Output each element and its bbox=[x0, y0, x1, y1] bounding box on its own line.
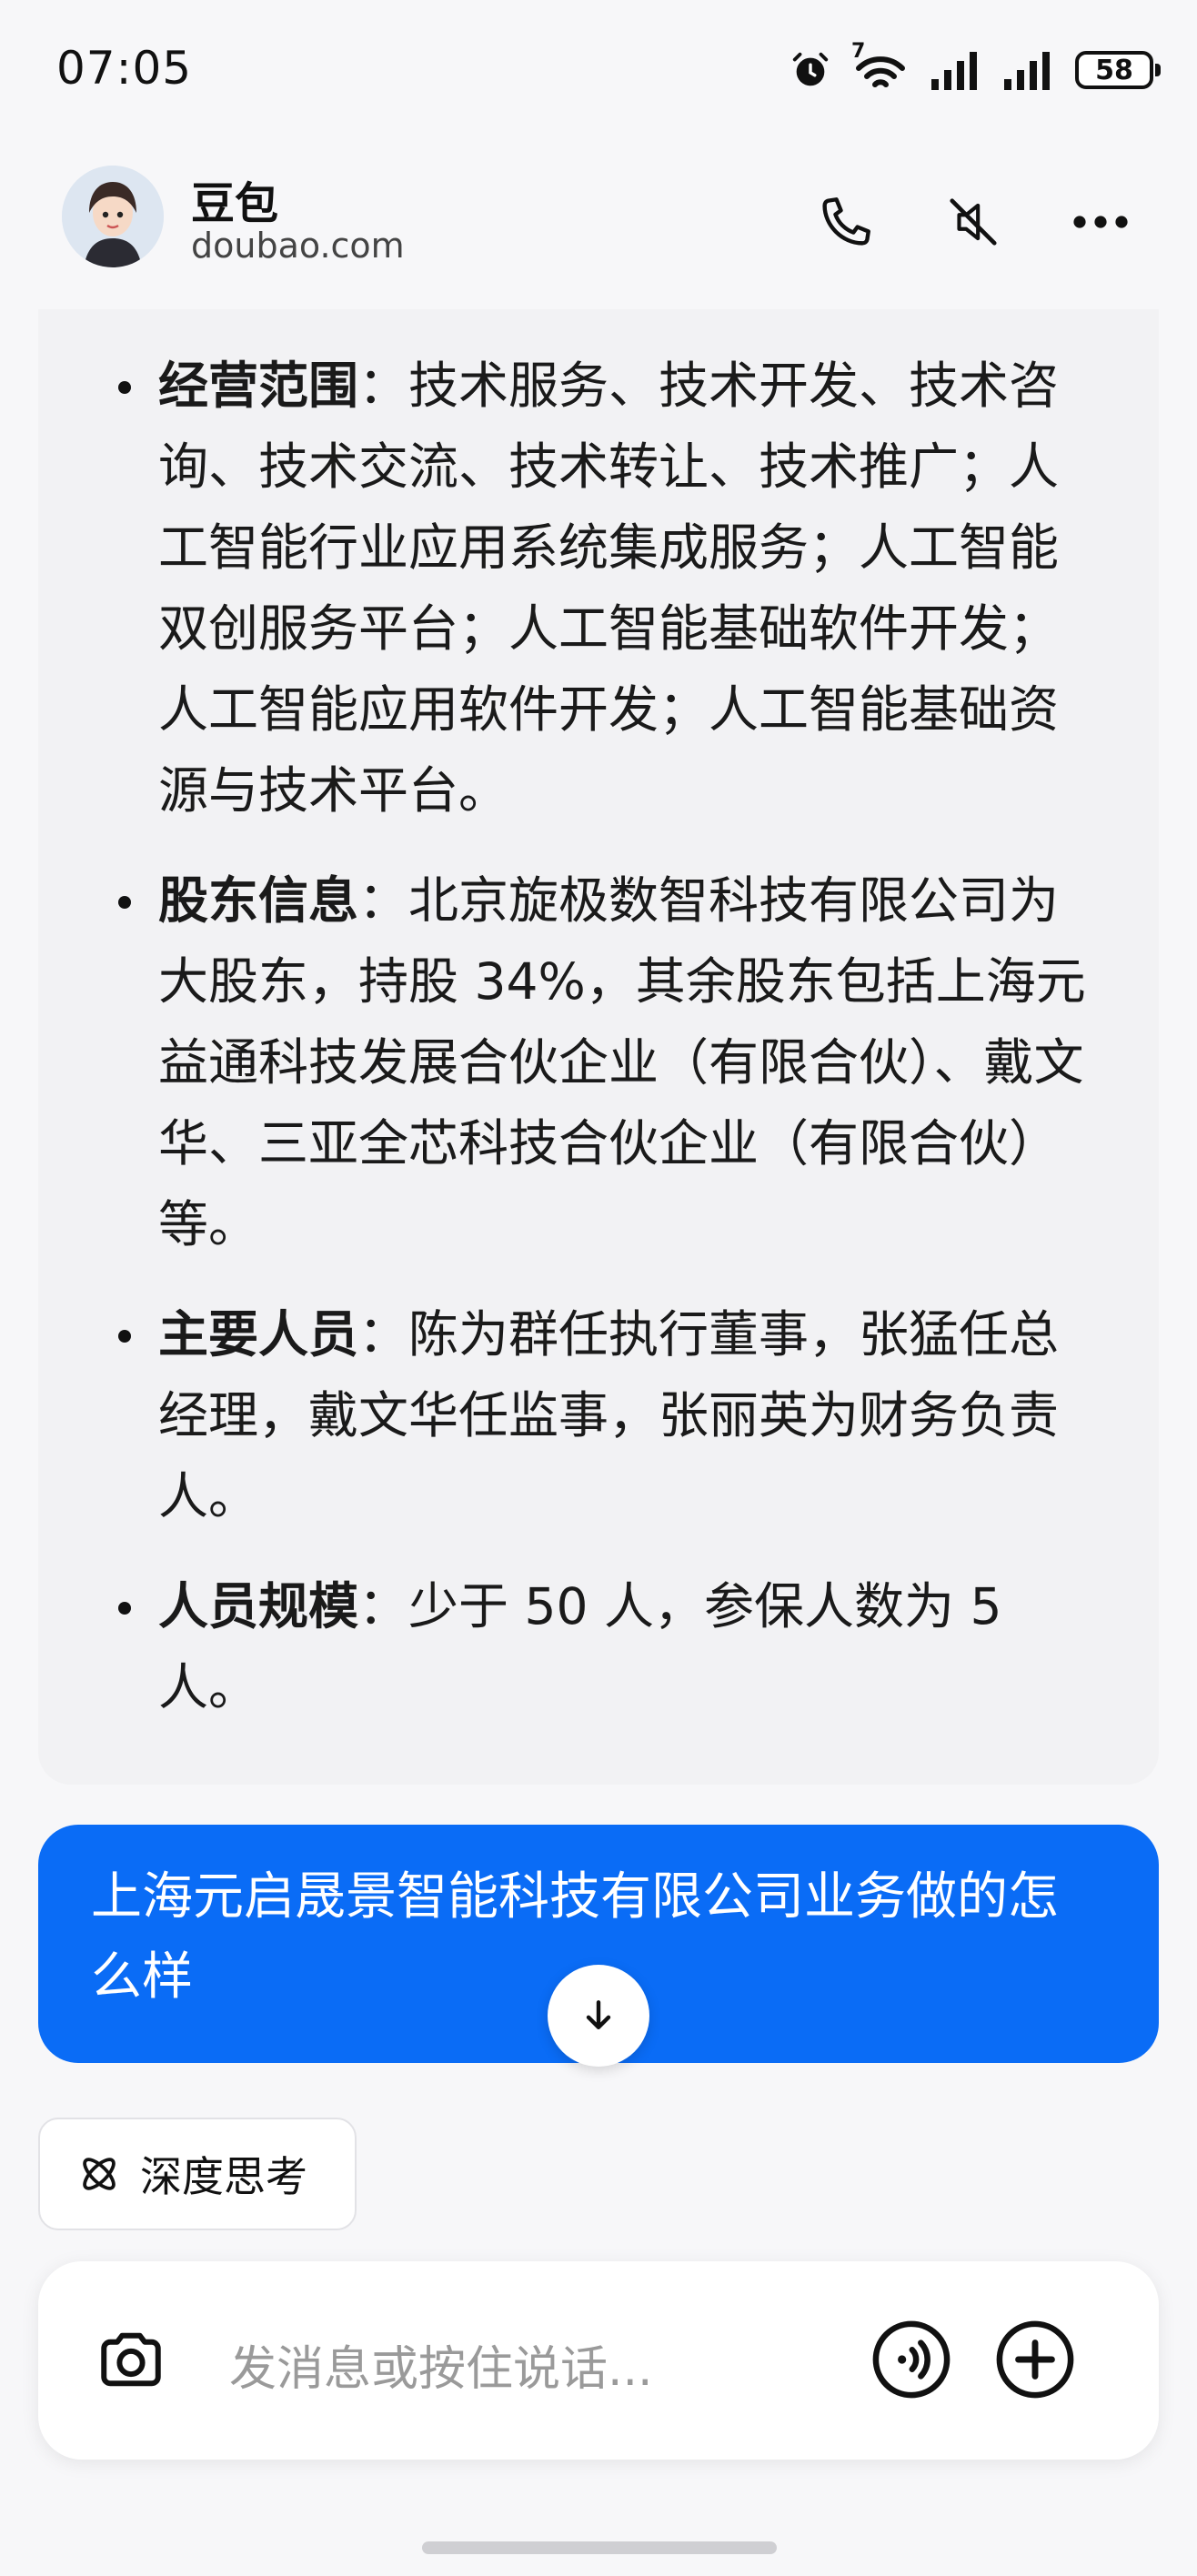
atom-icon bbox=[83, 2158, 116, 2190]
mute-icon bbox=[950, 198, 997, 246]
alarm-icon bbox=[792, 52, 829, 86]
signal-icon-2 bbox=[1004, 52, 1050, 90]
more-button[interactable] bbox=[1064, 186, 1137, 258]
deep-think-button[interactable]: 深度思考 bbox=[38, 2118, 357, 2230]
voice-wave-icon bbox=[872, 2320, 951, 2399]
status-bar: 07:05 7 58 bbox=[0, 0, 1197, 136]
item-label: 人员规模 bbox=[158, 1577, 359, 1635]
message-composer: 发消息或按住说话... bbox=[38, 2261, 1159, 2460]
deep-think-label: 深度思考 bbox=[140, 2152, 307, 2201]
list-item-staff-size: 人员规模：少于 50 人，参保人数为 5 人。 bbox=[38, 1566, 1159, 1728]
battery-icon: 58 bbox=[1075, 51, 1161, 89]
camera-button[interactable] bbox=[84, 2312, 178, 2407]
item-text: ：技术服务、技术开发、技术咨询、技术交流、技术转让、技术推广；人工智能行业应用系… bbox=[158, 357, 1060, 820]
bot-name: 豆包 bbox=[191, 178, 279, 229]
arrow-down-icon bbox=[586, 2000, 611, 2030]
signal-icon bbox=[931, 52, 977, 90]
status-icons: 7 58 bbox=[790, 40, 1161, 95]
item-label: 主要人员 bbox=[158, 1305, 359, 1363]
list-item-shareholders: 股东信息：北京旋极数智科技有限公司为大股东，持股 34%，其余股东包括上海元益通… bbox=[38, 860, 1159, 1265]
info-list: 经营范围：技术服务、技术开发、技术咨询、技术交流、技术转让、技术推广；人工智能行… bbox=[38, 346, 1159, 1757]
list-item-business-scope: 经营范围：技术服务、技术开发、技术咨询、技术交流、技术转让、技术推广；人工智能行… bbox=[38, 346, 1159, 831]
chat-header: 豆包 doubao.com bbox=[0, 146, 1197, 309]
phone-icon bbox=[822, 197, 870, 246]
message-input[interactable]: 发消息或按住说话... bbox=[229, 2330, 653, 2399]
more-icon bbox=[1073, 216, 1128, 228]
camera-icon bbox=[101, 2332, 161, 2387]
home-indicator[interactable] bbox=[422, 2541, 777, 2554]
network-badge: 7 bbox=[851, 40, 866, 63]
add-attachment-button[interactable] bbox=[988, 2312, 1082, 2407]
assistant-message-card: 经营范围：技术服务、技术开发、技术咨询、技术交流、技术转让、技术推广；人工智能行… bbox=[38, 309, 1159, 1785]
scroll-to-bottom-button[interactable] bbox=[548, 1965, 649, 2067]
phone-button[interactable] bbox=[810, 186, 882, 258]
mute-button[interactable] bbox=[937, 186, 1010, 258]
voice-call-button[interactable] bbox=[864, 2312, 959, 2407]
item-label: 股东信息 bbox=[158, 871, 359, 930]
wifi-icon: 7 bbox=[851, 40, 910, 95]
plus-circle-icon bbox=[996, 2320, 1074, 2399]
avatar[interactable] bbox=[62, 166, 164, 267]
list-item-key-personnel: 主要人员：陈为群任执行董事，张猛任总经理，戴文华任监事，张丽英为财务负责人。 bbox=[38, 1294, 1159, 1537]
item-label: 经营范围 bbox=[158, 357, 359, 415]
bot-domain: doubao.com bbox=[191, 226, 405, 266]
status-time: 07:05 bbox=[56, 42, 193, 95]
